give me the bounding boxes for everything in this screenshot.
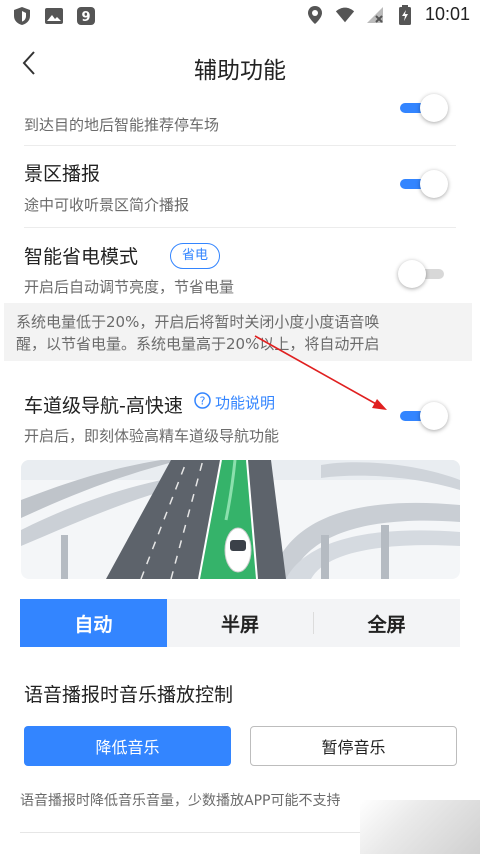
- page-title: 辅助功能: [194, 58, 286, 84]
- power-save-title: 智能省电模式: [24, 246, 139, 268]
- lane-nav-title: 车道级导航-高快速: [24, 395, 183, 417]
- battery-charging-icon: [395, 4, 415, 25]
- power-save-badge: 省电: [170, 243, 221, 269]
- shield-icon: [12, 6, 32, 26]
- music-control-title: 语音播报时音乐播放控制: [24, 684, 234, 706]
- status-bar: 9 10:01: [0, 0, 480, 34]
- svg-text:?: ?: [200, 395, 206, 408]
- lane-nav-toggle[interactable]: [398, 402, 448, 430]
- corner-shadow-overlay: [360, 800, 480, 854]
- toggle-knob: [420, 402, 448, 430]
- parking-subtitle: 到达目的地后智能推荐停车场: [24, 116, 220, 134]
- status-time: 10:01: [424, 4, 470, 24]
- divider: [24, 145, 456, 146]
- power-save-toggle[interactable]: [398, 260, 448, 288]
- app-9-icon: 9: [76, 6, 96, 26]
- location-icon: [305, 5, 325, 25]
- divider: [20, 832, 360, 833]
- feature-help-link[interactable]: ? 功能说明: [194, 392, 275, 413]
- lower-music-button[interactable]: 降低音乐: [24, 726, 231, 766]
- pause-music-button[interactable]: 暂停音乐: [250, 726, 457, 766]
- help-link-label: 功能说明: [215, 394, 276, 412]
- nav-bar: 辅助功能: [0, 34, 480, 96]
- scenic-toggle[interactable]: [398, 170, 448, 198]
- power-save-subtitle: 开启后自动调节亮度，节省电量: [24, 278, 235, 296]
- divider: [24, 227, 456, 228]
- scenic-subtitle: 途中可收听景区简介播报: [24, 196, 190, 214]
- toggle-knob: [420, 170, 448, 198]
- help-circle-icon: ?: [194, 392, 211, 413]
- toggle-knob: [420, 94, 448, 122]
- lane-nav-subtitle: 开启后，即刻体验高精车道级导航功能: [24, 427, 280, 445]
- parking-toggle[interactable]: [398, 94, 448, 122]
- segment-divider: [313, 612, 314, 634]
- status-bar-right: 10:01: [305, 4, 470, 25]
- scenic-title: 景区播报: [24, 163, 101, 185]
- mode-full-screen-option[interactable]: 全屏: [313, 599, 460, 647]
- notice-line-1: 系统电量低于20%，开启后将暂时关闭小度小度语音唤: [16, 313, 380, 331]
- toggle-knob: [398, 260, 426, 288]
- display-mode-selector: 自动 半屏 全屏: [20, 599, 460, 647]
- notice-line-2: 醒，以节省电量。系统电量高于20%以上，将自动开启: [16, 335, 380, 353]
- power-save-notice: 系统电量低于20%，开启后将暂时关闭小度小度语音唤 醒，以节省电量。系统电量高于…: [4, 303, 472, 361]
- status-bar-left: 9: [12, 6, 96, 26]
- no-signal-icon: [365, 5, 385, 25]
- mode-auto-option[interactable]: 自动: [20, 599, 167, 647]
- wifi-icon: [335, 5, 355, 25]
- lane-navigation-illustration: [21, 460, 460, 579]
- svg-text:9: 9: [81, 10, 90, 25]
- mode-half-screen-option[interactable]: 半屏: [167, 599, 314, 647]
- music-control-note: 语音播报时降低音乐音量，少数播放APP可能不支持: [20, 793, 341, 809]
- image-icon: [44, 6, 64, 26]
